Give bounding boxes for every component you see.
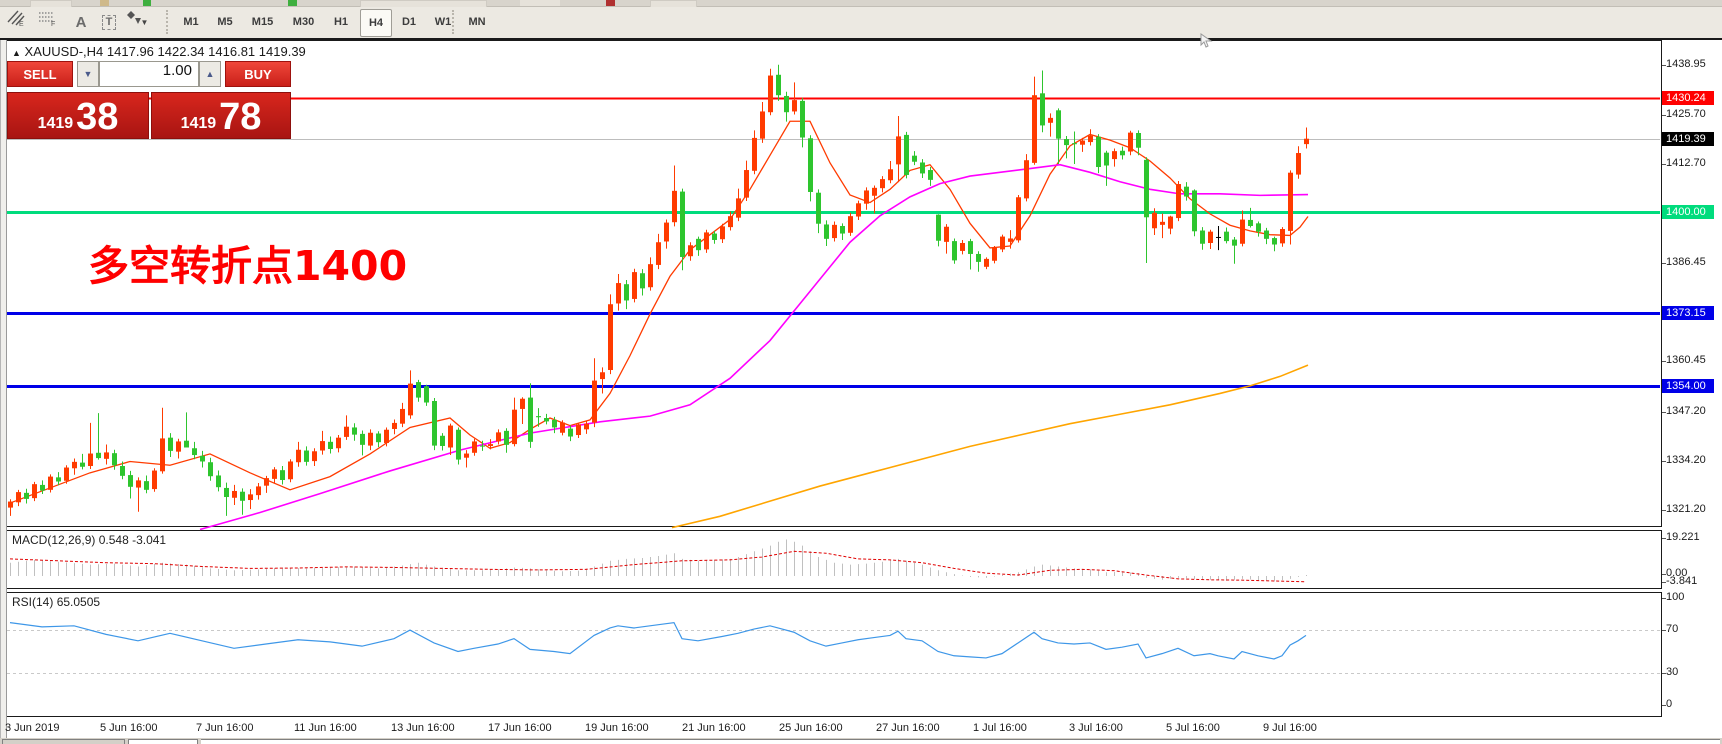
price-line-badge: 1400.00 xyxy=(1662,205,1714,219)
mt4-window: E F A T ▼ M1M5M15M30H1H4D1W1MN ▲ XAUUSD-… xyxy=(0,0,1722,744)
time-axis-label: 13 Jun 16:00 xyxy=(391,722,455,734)
time-axis-label: 3 Jul 16:00 xyxy=(1069,722,1123,734)
ohlc-close: 1419.39 xyxy=(259,44,306,59)
axis-tick-mark xyxy=(1662,705,1666,706)
axis-tick-mark xyxy=(1662,164,1666,165)
axis-tick-mark xyxy=(1662,582,1666,583)
price-tick-label: 1334.20 xyxy=(1666,454,1706,467)
volume-increase-button[interactable]: ▲ xyxy=(199,61,221,87)
price-tick-label: 1347.20 xyxy=(1666,405,1706,418)
sell-price-small: 1419 xyxy=(38,114,74,134)
time-axis-label: 25 Jun 16:00 xyxy=(779,722,843,734)
time-axis-label: 17 Jun 16:00 xyxy=(488,722,552,734)
ohlc-high: 1422.34 xyxy=(158,44,205,59)
buy-price-panel[interactable]: 1419 78 xyxy=(151,92,291,139)
chevron-up-icon: ▲ xyxy=(206,69,215,79)
active-chart-tab[interactable] xyxy=(128,739,198,744)
buy-button[interactable]: BUY xyxy=(225,61,291,87)
axis-tick-mark xyxy=(1662,263,1666,264)
price-tick-label: 1386.45 xyxy=(1666,256,1706,269)
time-axis-label: 27 Jun 16:00 xyxy=(876,722,940,734)
volume-value: 1.00 xyxy=(163,62,192,79)
sell-price-big: 38 xyxy=(76,100,118,134)
sell-button-label: SELL xyxy=(23,67,56,82)
axis-tick-mark xyxy=(1662,65,1666,66)
tab-bar-body xyxy=(201,739,1720,744)
price-line-badge: 1430.24 xyxy=(1662,91,1714,105)
axis-tick-mark xyxy=(1662,630,1666,631)
axis-tick-mark xyxy=(1662,510,1666,511)
axis-tick-mark xyxy=(1662,412,1666,413)
time-axis-label: 3 Jun 2019 xyxy=(5,722,59,734)
symbol-collapse-icon[interactable]: ▲ xyxy=(12,48,21,58)
time-axis-label: 5 Jul 16:00 xyxy=(1166,722,1220,734)
tab-scroll-area[interactable] xyxy=(2,739,125,744)
axis-tick-mark xyxy=(1662,538,1666,539)
volume-input[interactable]: 1.00 xyxy=(99,61,199,87)
rsi-axis-label: 0 xyxy=(1666,698,1672,711)
rsi-label: RSI(14) 65.0505 xyxy=(12,595,100,609)
macd-label: MACD(12,26,9) 0.548 -3.041 xyxy=(12,533,166,547)
price-tick-label: 1425.70 xyxy=(1666,108,1706,121)
chart-annotation-text: 多空转折点1400 xyxy=(88,232,407,292)
time-axis-label: 5 Jun 16:00 xyxy=(100,722,158,734)
buy-price-big: 78 xyxy=(219,100,261,134)
axis-tick-mark xyxy=(1662,361,1666,362)
time-axis-label: 9 Jul 16:00 xyxy=(1263,722,1317,734)
price-tick-label: 1438.95 xyxy=(1666,58,1706,71)
buy-button-label: BUY xyxy=(244,67,271,82)
time-axis-label: 19 Jun 16:00 xyxy=(585,722,649,734)
axis-tick-mark xyxy=(1662,673,1666,674)
time-axis-label: 7 Jun 16:00 xyxy=(196,722,254,734)
price-tick-label: 1360.45 xyxy=(1666,354,1706,367)
ohlc-header: ▲ XAUUSD-,H4 1417.96 1422.34 1416.81 141… xyxy=(12,44,306,59)
price-tick-label: 1412.70 xyxy=(1666,157,1706,170)
rsi-axis-label: 70 xyxy=(1666,623,1678,636)
buy-price-small: 1419 xyxy=(181,114,217,134)
time-axis-label: 1 Jul 16:00 xyxy=(973,722,1027,734)
symbol-name: XAUUSD-,H4 xyxy=(25,44,104,59)
macd-axis-label: 19.221 xyxy=(1666,531,1700,544)
axis-tick-mark xyxy=(1662,598,1666,599)
price-tick-label: 1321.20 xyxy=(1666,503,1706,516)
volume-decrease-button[interactable]: ▼ xyxy=(77,61,99,87)
rsi-axis-label: 30 xyxy=(1666,666,1678,679)
time-axis-label: 11 Jun 16:00 xyxy=(294,722,357,734)
macd-axis-label: -3.841 xyxy=(1666,575,1697,588)
axis-tick-mark xyxy=(1662,461,1666,462)
chart-tab-bar xyxy=(0,738,1722,744)
window-left-edge xyxy=(0,40,7,738)
ohlc-open: 1417.96 xyxy=(107,44,154,59)
time-axis-label: 21 Jun 16:00 xyxy=(682,722,746,734)
sell-price-panel[interactable]: 1419 38 xyxy=(7,92,149,139)
chevron-down-icon: ▼ xyxy=(84,69,93,79)
price-line-badge: 1373.15 xyxy=(1662,306,1714,320)
sell-button[interactable]: SELL xyxy=(7,61,73,87)
price-line-badge: 1354.00 xyxy=(1662,379,1714,393)
rsi-axis-label: 100 xyxy=(1666,591,1684,604)
price-line-badge: 1419.39 xyxy=(1662,132,1714,146)
mouse-cursor-icon xyxy=(1200,33,1214,49)
axis-tick-mark xyxy=(1662,115,1666,116)
ohlc-low: 1416.81 xyxy=(208,44,255,59)
